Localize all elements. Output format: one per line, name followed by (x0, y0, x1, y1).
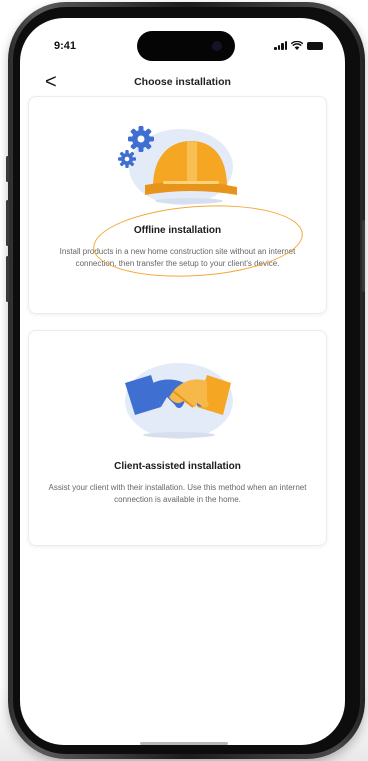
offline-installation-card[interactable]: Offline installation Install products in… (28, 96, 327, 314)
card-description: Install products in a new home construct… (59, 247, 296, 268)
camera-icon (212, 41, 222, 51)
side-button (6, 156, 9, 182)
wifi-icon (291, 41, 303, 50)
battery-icon (307, 42, 323, 50)
power-button (362, 220, 365, 292)
signal-icon (274, 41, 287, 50)
dynamic-island (137, 31, 235, 61)
header: < Choose installation (20, 70, 345, 98)
volume-up-button (6, 200, 9, 246)
card-title: Offline installation (133, 225, 222, 236)
status-time: 9:41 (54, 40, 77, 52)
card-title: Client-assisted installation (114, 461, 241, 472)
home-indicator[interactable] (140, 742, 228, 745)
hard-hat-with-gears-icon (29, 115, 326, 211)
card-description: Assist your client with their installati… (48, 483, 307, 504)
stage: 9:41 < Choose installation Offline insta… (0, 0, 368, 761)
page-title: Choose installation (134, 76, 231, 88)
client-assisted-installation-card[interactable]: Client-assisted installation Assist your… (28, 330, 327, 546)
status-icons (274, 41, 323, 50)
handshake-icon (29, 353, 326, 449)
volume-down-button (6, 256, 9, 302)
